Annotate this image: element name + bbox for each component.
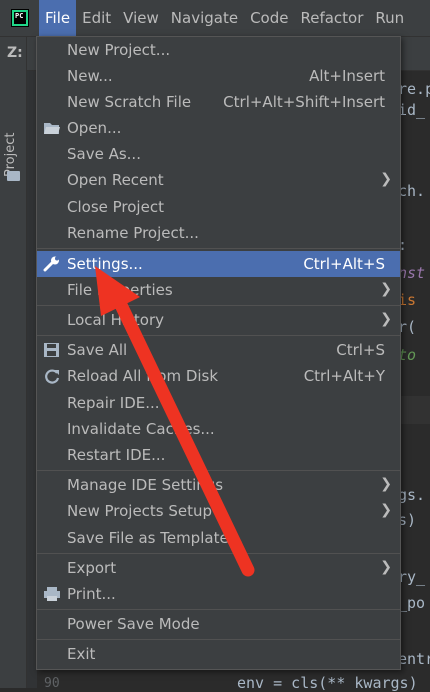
menu-item-label: Manage IDE Settings [67,476,224,494]
menu-separator [37,639,400,640]
save-icon [44,343,59,357]
menu-item-save-all[interactable]: Save All Ctrl+S [37,337,400,363]
shortcut-label: Ctrl+Alt+S [303,255,385,273]
menu-item-new-projects-setup[interactable]: New Projects Setup ❯ [37,498,400,524]
menu-item-label: Power Save Mode [67,615,200,633]
submenu-arrow-icon: ❯ [380,476,392,492]
menu-refactor[interactable]: Refactor [294,0,369,36]
menu-item-label: Save As... [67,145,141,163]
shortcut-label: Ctrl+S [336,341,385,359]
menu-item-exit[interactable]: Exit [37,641,400,667]
menu-item-label: Local History [67,311,165,329]
menu-item-label: Close Project [67,198,164,216]
menu-item-repair-ide[interactable]: Repair IDE... [37,390,400,416]
line-number: 90 [44,676,60,691]
menu-item-label: Repair IDE... [67,394,160,412]
submenu-arrow-icon: ❯ [380,311,392,327]
folder-icon [7,171,20,181]
menu-separator [37,553,400,554]
code-fragment: env = cls(** kwargs) [237,674,418,692]
menu-item-close-project[interactable]: Close Project [37,194,400,220]
menu-item-new-scratch-file[interactable]: New Scratch File Ctrl+Alt+Shift+Insert [37,89,400,115]
menu-item-label: Reload All from Disk [67,367,219,385]
file-menu-dropdown: New Project... New... Alt+Insert New Scr… [36,36,401,670]
shortcut-label: Alt+Insert [309,67,385,85]
menu-item-local-history[interactable]: Local History ❯ [37,307,400,333]
menu-code[interactable]: Code [244,0,294,36]
menu-item-print[interactable]: Print... [37,581,400,607]
menu-file[interactable]: File [39,0,77,36]
menu-item-invalidate-caches[interactable]: Invalidate Caches... [37,416,400,442]
menu-item-label: Open Recent [67,171,164,189]
menu-item-label: Print... [67,585,116,603]
menu-item-restart-ide[interactable]: Restart IDE... [37,442,400,468]
menu-item-label: New... [67,67,113,85]
submenu-arrow-icon: ❯ [380,559,392,575]
code-fragment: gs. [398,486,426,504]
menu-item-label: Save File as Template... [67,529,243,547]
menu-separator [37,305,400,306]
menu-item-export[interactable]: Export ❯ [37,555,400,581]
menu-item-label: Save All [67,341,128,359]
shortcut-label: Ctrl+Alt+Shift+Insert [223,93,385,111]
menu-item-label: Restart IDE... [67,446,166,464]
project-tool-button[interactable]: Project [3,117,23,177]
code-fragment: _po [398,594,426,612]
code-fragment: ch. [398,182,426,200]
code-fragment: ry_ [398,568,426,586]
menu-item-settings[interactable]: Settings... Ctrl+Alt+S [37,251,400,277]
code-fragment: re.p [398,80,430,98]
folder-open-icon [44,123,60,134]
menu-item-label: Exit [67,645,96,663]
menu-separator [37,470,400,471]
menu-item-open-recent[interactable]: Open Recent ❯ [37,167,400,193]
structure-label[interactable]: Z: [7,45,23,61]
menu-item-label: Settings... [67,255,143,273]
menu-run[interactable]: Run [369,0,410,36]
menu-item-power-save-mode[interactable]: Power Save Mode [37,611,400,637]
logo-text: PC [14,12,26,24]
menu-separator [37,248,400,249]
menu-item-file-properties[interactable]: File Properties ❯ [37,277,400,303]
current-line-highlight [400,396,430,424]
pycharm-logo-icon: PC [11,9,29,27]
menu-item-reload-all[interactable]: Reload All from Disk Ctrl+Alt+Y [37,363,400,389]
code-fragment: entr [398,650,430,668]
menu-item-label: Rename Project... [67,224,199,242]
printer-icon [44,587,60,601]
tool-window-strip: Z: Project [0,37,27,688]
menu-edit[interactable]: Edit [76,0,117,36]
menu-item-open[interactable]: Open... [37,115,400,141]
submenu-arrow-icon: ❯ [380,281,392,297]
menu-item-label: Invalidate Caches... [67,420,215,438]
submenu-arrow-icon: ❯ [380,502,392,518]
shortcut-label: Ctrl+Alt+Y [303,367,385,385]
menu-item-new-project[interactable]: New Project... [37,37,400,63]
menu-item-save-as[interactable]: Save As... [37,141,400,167]
menu-item-save-as-template[interactable]: Save File as Template... [37,525,400,551]
menu-view[interactable]: View [117,0,165,36]
menu-item-new[interactable]: New... Alt+Insert [37,63,400,89]
menu-item-manage-ide-settings[interactable]: Manage IDE Settings ❯ [37,472,400,498]
submenu-arrow-icon: ❯ [380,171,392,187]
menu-item-label: File Properties [67,281,173,299]
wrench-icon [43,256,59,272]
menu-item-rename-project[interactable]: Rename Project... [37,220,400,246]
menu-item-label: Export [67,559,117,577]
menu-bar: PC File Edit View Navigate Code Refactor… [0,0,430,37]
menu-separator [37,609,400,610]
menu-item-label: New Project... [67,41,171,59]
code-fragment: nst [398,264,426,282]
menu-navigate[interactable]: Navigate [165,0,244,36]
menu-item-label: New Projects Setup [67,502,213,520]
menu-item-label: New Scratch File [67,93,192,111]
reload-icon [45,369,60,384]
code-fragment: id_ [398,101,426,119]
menu-item-label: Open... [67,119,122,137]
menu-separator [37,335,400,336]
